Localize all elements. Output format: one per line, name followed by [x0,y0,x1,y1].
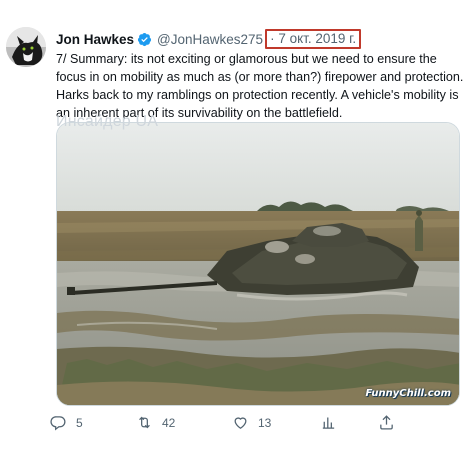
retweet-count: 42 [162,415,176,430]
like-button[interactable]: 13 [232,414,271,431]
heart-icon [234,417,247,429]
verified-badge-icon [137,32,152,46]
media-credit: FunnyChill.com [365,388,451,399]
avatar-image [6,27,46,67]
like-count: 13 [258,415,272,430]
tweet-header: Jon Hawkes @JonHawkes275 · 7 окт. 2019 г… [56,29,362,49]
share-icon [380,415,393,430]
tweet-media[interactable]: FunnyChill.com [56,122,460,406]
tweet-date: 7 окт. 2019 г. [278,31,357,46]
reply-button[interactable]: 5 [50,414,83,431]
reply-icon [50,416,66,431]
retweet-button[interactable]: 42 [136,414,175,431]
retweet-icon [139,416,150,429]
reply-count: 5 [76,415,83,430]
tweet-date-highlight[interactable]: · 7 окт. 2019 г. [265,29,362,49]
separator-dot: · [270,31,275,46]
analytics-icon [322,417,335,429]
tank-stuck-in-mud-photo [57,123,459,405]
views-button[interactable] [320,414,337,431]
avatar[interactable] [6,27,46,67]
action-bar: 5 42 13 [50,414,470,434]
author-handle[interactable]: @JonHawkes275 [157,32,263,47]
share-button[interactable] [378,414,395,431]
watermark: Инсайдер UA [56,113,159,130]
tweet-text: 7/ Summary: its not exciting or glamorou… [56,52,464,120]
tweet[interactable]: Jon Hawkes @JonHawkes275 · 7 окт. 2019 г… [0,0,474,449]
author-name[interactable]: Jon Hawkes [56,32,134,47]
